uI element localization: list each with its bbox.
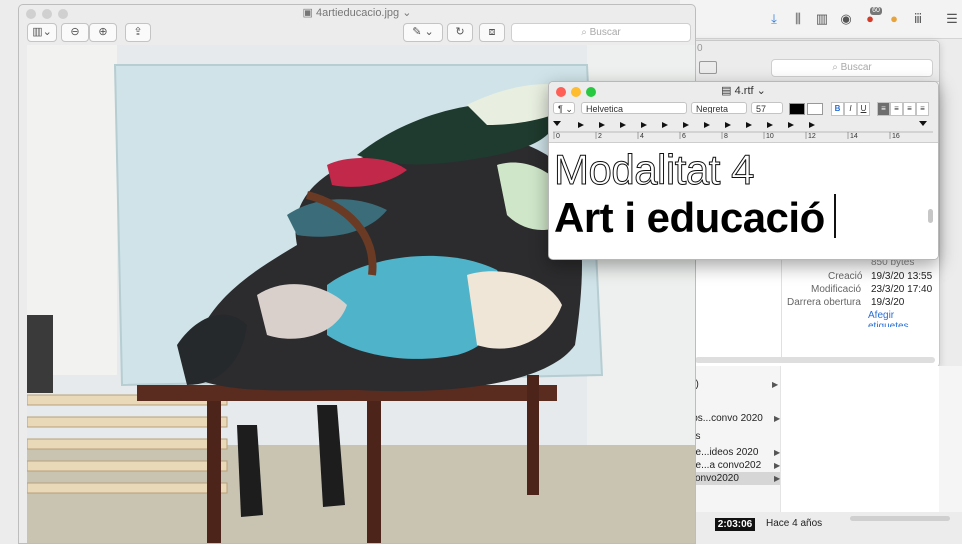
opened-value: 19/3/20 <box>871 297 905 308</box>
list-item[interactable]: de...ideos 2020 ▶ <box>690 446 780 459</box>
ruler-number: 6 <box>682 133 686 139</box>
chevron-right-icon: ▶ <box>772 380 779 389</box>
list-item-selected[interactable]: convo2020 ▶ <box>690 472 780 485</box>
menu-icon[interactable]: ☰ <box>944 11 960 27</box>
align-center-button[interactable]: ≡ <box>890 102 903 116</box>
text-editor-area[interactable]: Modalitat 4 Art i educació <box>549 143 938 259</box>
tag-icon[interactable] <box>699 61 717 74</box>
underline-button[interactable]: U <box>857 102 870 116</box>
chevron-down-icon: ⌄ <box>399 7 412 19</box>
markup-button[interactable]: ✎ ⌄ <box>403 23 443 42</box>
document-line-2: Art i educació <box>554 194 825 241</box>
ruler-number: 2 <box>598 133 602 139</box>
ruler-number: 4 <box>640 133 644 139</box>
ruler-number: 10 <box>766 133 774 139</box>
textedit-title: ▤ 4.rtf ⌄ <box>721 85 766 97</box>
preview-title: ▣ 4artieducacio.jpg ⌄ <box>302 7 412 19</box>
align-left-button[interactable]: ≡ <box>877 102 890 116</box>
horizontal-scrollbar[interactable] <box>695 357 935 363</box>
zoom-in-button[interactable]: ⊕ <box>89 23 117 42</box>
ruler[interactable]: 0 2 4 6 8 10 12 14 16 <box>553 119 933 139</box>
text-color-swatch[interactable] <box>789 103 805 115</box>
account-icon[interactable]: ◉ <box>838 11 854 27</box>
finder-toolbar: 0 ⌕ Buscar <box>691 41 939 82</box>
add-tags-link-2[interactable]: etiquetes <box>868 321 909 327</box>
rotate-button[interactable]: ↻ <box>447 23 473 42</box>
modified-label: Modificació <box>811 284 862 295</box>
sidebar-toggle-button[interactable]: ▥⌄ <box>27 23 57 42</box>
opened-label: Darrera obertura <box>787 297 861 308</box>
document-icon: ▤ <box>721 85 735 97</box>
library-icon[interactable]: ⫼ <box>790 11 806 27</box>
share-button[interactable]: ⇪ <box>125 23 151 42</box>
notification-badge: 60 <box>870 7 882 15</box>
align-right-button[interactable]: ≡ <box>903 102 916 116</box>
list-item[interactable]: ?)▶ <box>690 378 780 391</box>
vertical-scrollbar[interactable] <box>928 209 933 223</box>
font-style-select[interactable]: Negreta <box>691 102 747 114</box>
equalizer-icon[interactable]: ⅲ <box>910 11 926 27</box>
time-ago: Hace 4 años <box>766 518 823 529</box>
browser-toolbar: ⤓ ⫼ ▥ ◉ ● ● ⅲ ☰ <box>680 0 962 39</box>
chevron-down-icon: ⌄ <box>753 85 766 97</box>
list-item[interactable]: los...convo 2020 ▶ <box>690 412 780 425</box>
search-icon: ⌕ <box>832 62 841 73</box>
font-family-select[interactable]: Helvetica <box>581 102 687 114</box>
zoom-out-button[interactable]: ⊖ <box>61 23 89 42</box>
font-size-field[interactable]: 57 <box>751 102 783 114</box>
paragraph-style-select[interactable]: ¶ ⌄ <box>553 102 575 114</box>
preview-search-input[interactable]: ⌕ Buscar <box>511 23 691 42</box>
toolbox-button[interactable]: ⧈ <box>479 23 505 42</box>
textedit-toolbar: ▤ 4.rtf ⌄ ¶ ⌄ Helvetica Negreta 57 B I U… <box>549 82 938 143</box>
download-icon[interactable]: ⤓ <box>766 11 782 27</box>
list-item[interactable]: de...a convo202 ▶ <box>690 459 780 472</box>
document-line-1: Modalitat 4 <box>554 146 755 194</box>
created-value: 19/3/20 13:55 <box>871 271 933 282</box>
ruler-number: 8 <box>724 133 728 139</box>
lower-scrollbar[interactable] <box>850 516 950 521</box>
modified-value: 23/3/20 17:40 <box>871 284 933 295</box>
italic-button[interactable]: I <box>844 102 857 116</box>
ruler-number: 14 <box>850 133 858 139</box>
detail-column <box>780 366 939 516</box>
extension-2-icon[interactable]: ● <box>886 11 902 27</box>
ruler-number: 16 <box>892 133 900 139</box>
list-item[interactable]: es <box>690 430 780 443</box>
created-label: Creació <box>828 271 863 282</box>
highlight-color-swatch[interactable] <box>807 103 823 115</box>
list-item[interactable]: s <box>690 396 780 409</box>
finder-fragment: 0 <box>697 43 703 54</box>
ruler-number: 12 <box>808 133 816 139</box>
image-file-icon: ▣ <box>302 7 316 19</box>
ruler-number: 0 <box>556 133 560 139</box>
justify-button[interactable]: ≡ <box>916 102 929 116</box>
search-icon: ⌕ <box>581 27 590 38</box>
sidebar-icon[interactable]: ▥ <box>814 11 830 27</box>
finder-search-input[interactable]: ⌕ Buscar <box>771 59 933 77</box>
duration-chip: 2:03:06 <box>715 518 755 531</box>
text-caret <box>834 194 836 238</box>
bold-button[interactable]: B <box>831 102 844 116</box>
textedit-window: ▤ 4.rtf ⌄ ¶ ⌄ Helvetica Negreta 57 B I U… <box>548 81 939 260</box>
add-tags-link[interactable]: Afegir <box>868 310 894 321</box>
